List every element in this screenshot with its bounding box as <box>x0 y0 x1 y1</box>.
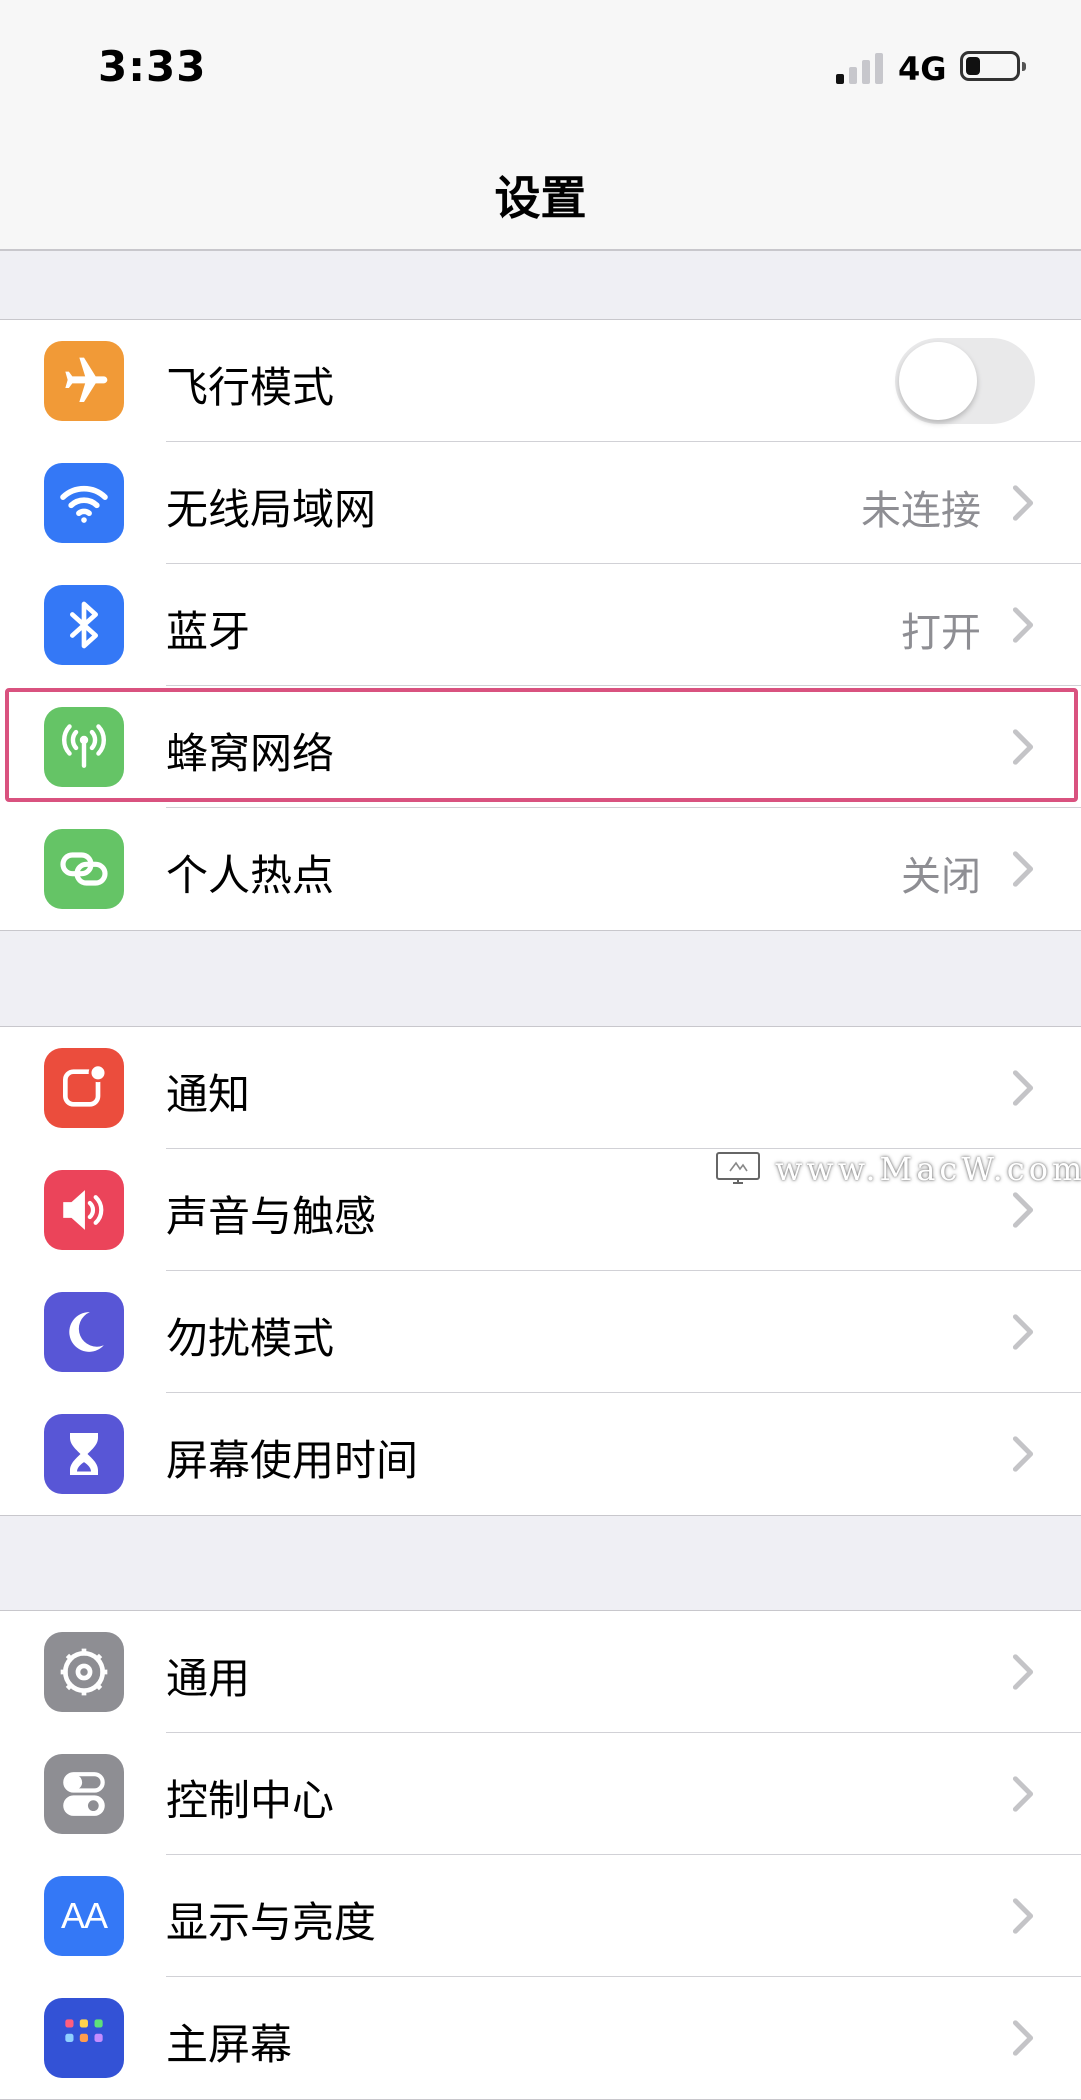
row-value: 未连接 <box>861 488 981 534</box>
row-home-screen[interactable]: 主屏幕 <box>0 1977 1081 2099</box>
home-screen-icon <box>44 1998 124 2078</box>
row-screen-time[interactable]: 屏幕使用时间 <box>0 1393 1081 1515</box>
watermark: www.MacW.com <box>715 1148 1081 1190</box>
row-display-brightness[interactable]: AA 显示与亮度 <box>0 1855 1081 1977</box>
chevron-right-icon <box>1012 1070 1034 1106</box>
row-label: 显示与亮度 <box>166 1898 377 1947</box>
cellular-antenna-icon <box>44 707 124 787</box>
airplane-mode-toggle[interactable] <box>895 338 1035 424</box>
wifi-icon <box>44 463 124 543</box>
row-notifications[interactable]: 通知 <box>0 1027 1081 1149</box>
chevron-right-icon <box>1012 1898 1034 1934</box>
row-airplane-mode: 飞行模式 <box>0 320 1081 442</box>
chevron-right-icon <box>1012 851 1034 887</box>
row-label: 飞行模式 <box>166 363 335 412</box>
moon-icon <box>44 1292 124 1372</box>
chevron-right-icon <box>1012 1654 1034 1690</box>
row-label: 声音与触感 <box>166 1192 377 1241</box>
row-value: 打开 <box>901 610 981 656</box>
status-time: 3:33 <box>98 42 207 91</box>
row-label: 控制中心 <box>166 1776 335 1825</box>
speaker-icon <box>44 1170 124 1250</box>
chevron-right-icon <box>1012 1776 1034 1812</box>
row-control-center[interactable]: 控制中心 <box>0 1733 1081 1855</box>
bluetooth-icon <box>44 585 124 665</box>
hourglass-icon <box>44 1414 124 1494</box>
row-label: 蓝牙 <box>166 607 251 656</box>
chevron-right-icon <box>1012 485 1034 521</box>
row-label: 主屏幕 <box>166 2020 293 2069</box>
chevron-right-icon <box>1012 1192 1034 1228</box>
settings-group-connectivity: 飞行模式 无线局域网 未连接 蓝牙 打开 蜂窝网络 个人热点 关闭 <box>0 319 1081 931</box>
row-cellular[interactable]: 蜂窝网络 <box>0 686 1081 808</box>
network-type: 4G <box>898 50 947 88</box>
notification-icon <box>44 1048 124 1128</box>
row-wifi[interactable]: 无线局域网 未连接 <box>0 442 1081 564</box>
row-bluetooth[interactable]: 蓝牙 打开 <box>0 564 1081 686</box>
navigation-bar: 设置 <box>0 140 1081 251</box>
row-label: 通知 <box>166 1070 251 1119</box>
settings-group-notifications: 通知 声音与触感 勿扰模式 屏幕使用时间 <box>0 1026 1081 1516</box>
settings-group-general: 通用 控制中心 AA 显示与亮度 主屏幕 <box>0 1610 1081 2100</box>
status-bar: 3:33 4G <box>0 0 1081 140</box>
row-do-not-disturb[interactable]: 勿扰模式 <box>0 1271 1081 1393</box>
signal-strength-icon <box>836 52 886 84</box>
row-general[interactable]: 通用 <box>0 1611 1081 1733</box>
hotspot-chain-icon <box>44 829 124 909</box>
row-label: 勿扰模式 <box>166 1314 335 1363</box>
gear-icon <box>44 1632 124 1712</box>
row-label: 个人热点 <box>166 851 335 900</box>
page-title: 设置 <box>494 171 587 225</box>
row-label: 蜂窝网络 <box>166 729 335 778</box>
row-label: 屏幕使用时间 <box>166 1436 419 1485</box>
row-label: 无线局域网 <box>166 485 377 534</box>
battery-icon <box>960 51 1026 81</box>
airplane-icon <box>44 341 124 421</box>
chevron-right-icon <box>1012 2020 1034 2056</box>
row-value: 关闭 <box>901 854 981 900</box>
text-size-icon-glyph: AA <box>60 1895 108 1936</box>
row-personal-hotspot[interactable]: 个人热点 关闭 <box>0 808 1081 930</box>
switches-icon <box>44 1754 124 1834</box>
chevron-right-icon <box>1012 729 1034 765</box>
chevron-right-icon <box>1012 1436 1034 1472</box>
row-label: 通用 <box>166 1654 251 1703</box>
chevron-right-icon <box>1012 607 1034 643</box>
chevron-right-icon <box>1012 1314 1034 1350</box>
watermark-text: www.MacW.com <box>775 1150 1081 1188</box>
monitor-logo-icon <box>716 1152 760 1184</box>
text-size-icon: AA <box>44 1876 124 1956</box>
